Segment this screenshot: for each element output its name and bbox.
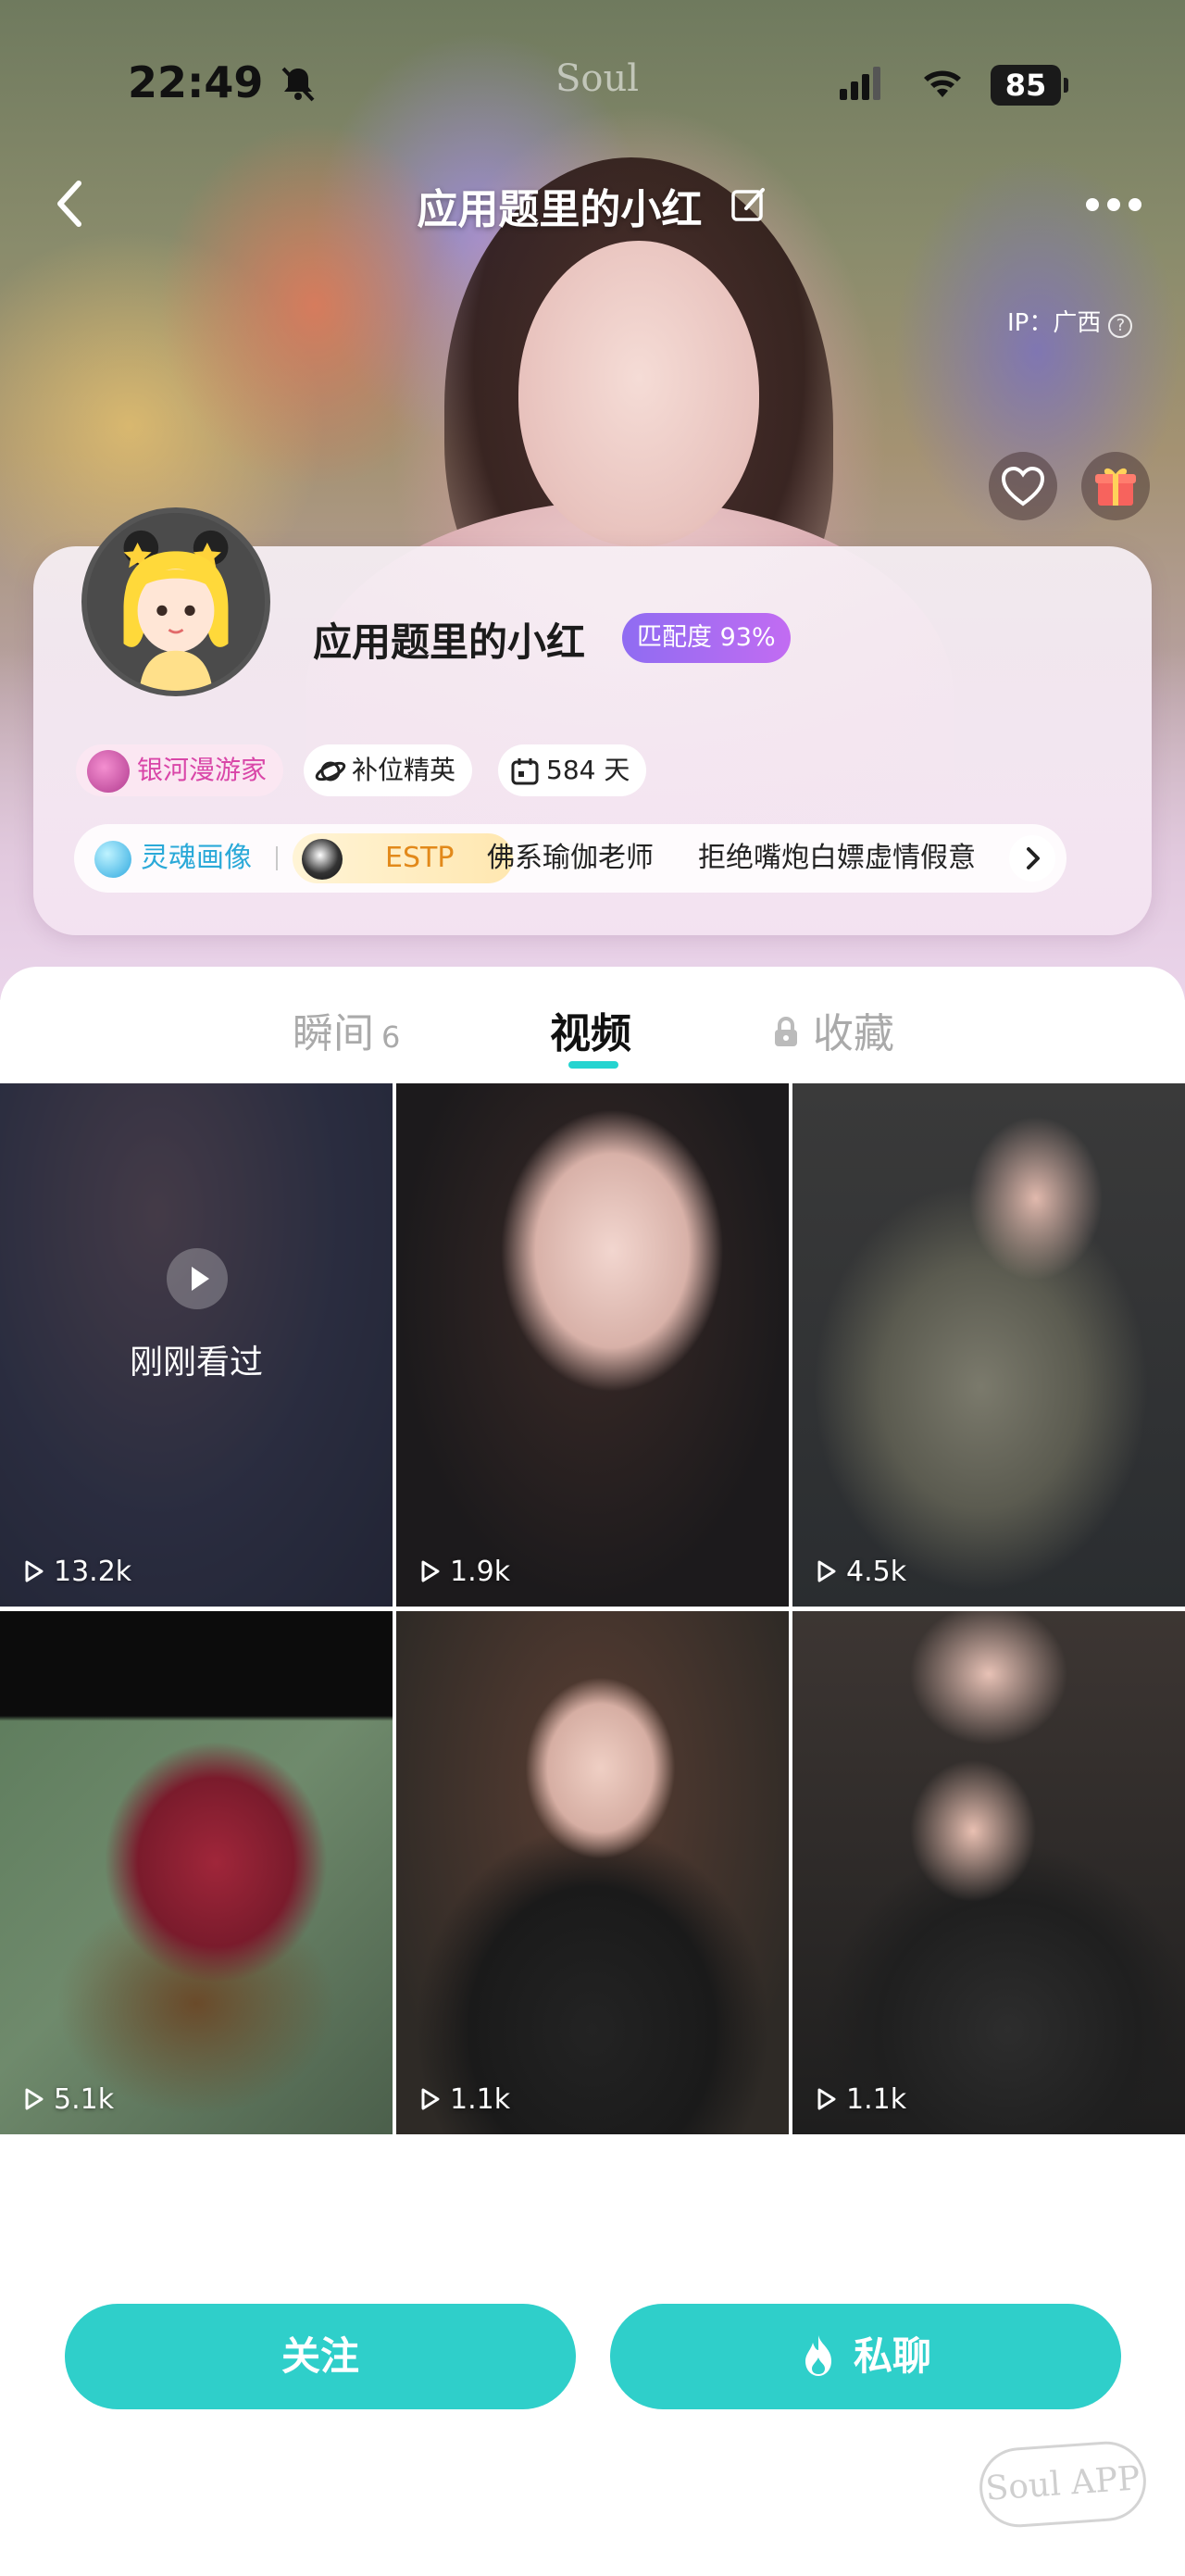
- ip-location: IP：广西?: [1007, 304, 1133, 338]
- play-count-icon: [817, 2088, 836, 2109]
- calendar-icon: [511, 758, 539, 785]
- private-chat-label: 私聊: [853, 2333, 931, 2379]
- match-badge: 匹配度 93%: [622, 613, 791, 663]
- persona-tag: 佛系瑜伽老师: [487, 842, 654, 874]
- wifi-icon: [924, 70, 961, 97]
- follow-button[interactable]: 关注: [65, 2304, 576, 2409]
- tab-moments[interactable]: 瞬间 6: [293, 1000, 400, 1059]
- video-thumbnail[interactable]: 1.1k: [792, 1611, 1185, 2134]
- view-count: 4.5k: [817, 1556, 906, 1588]
- view-count: 13.2k: [24, 1556, 131, 1588]
- nav-title-bar: 应用题里的小红: [0, 176, 1185, 235]
- flame-icon: [805, 2334, 831, 2376]
- view-count-value: 1.1k: [846, 2083, 907, 2116]
- video-thumbnail[interactable]: 4.5k: [792, 1083, 1185, 1607]
- private-chat-button[interactable]: 私聊: [610, 2304, 1121, 2409]
- galaxy-badge-label: 银河漫游家: [137, 755, 268, 785]
- video-thumbnail-image: [792, 1083, 1185, 1607]
- profile-name: 应用题里的小红: [313, 619, 586, 665]
- ip-location-text: IP：广西: [1007, 309, 1102, 337]
- play-count-icon: [25, 1560, 44, 1582]
- view-count-value: 13.2k: [54, 1556, 132, 1588]
- bell-muted-icon: [281, 67, 315, 102]
- soul-logo: Soul: [555, 57, 640, 100]
- view-count-value: 1.9k: [450, 1556, 511, 1588]
- like-button[interactable]: [989, 452, 1057, 520]
- tab-videos-label: 视频: [550, 1010, 631, 1057]
- days-tag[interactable]: 584 天: [498, 744, 647, 796]
- info-icon[interactable]: ?: [1108, 314, 1133, 338]
- substitute-tag-label: 补位精英: [352, 755, 456, 785]
- view-count: 1.1k: [817, 2083, 906, 2116]
- play-count-icon: [25, 2088, 44, 2109]
- divider: [276, 846, 278, 870]
- nav-title: 应用题里的小红: [417, 186, 703, 233]
- cellular-signal-icon: [840, 67, 880, 100]
- follow-button-label: 关注: [281, 2333, 359, 2379]
- video-thumbnail[interactable]: 1.1k: [396, 1611, 789, 2134]
- play-count-icon: [421, 1560, 440, 1582]
- persona-tag: 拒绝嘴炮白嫖虚情假意: [698, 842, 976, 874]
- lock-icon: [775, 1017, 797, 1046]
- tab-favorites-label: 收藏: [813, 1010, 894, 1057]
- play-count-icon: [817, 1560, 836, 1582]
- days-tag-label: 584 天: [546, 755, 630, 785]
- planet-orbit-icon: [315, 761, 346, 782]
- view-count: 1.9k: [420, 1556, 510, 1588]
- soul-portrait-row[interactable]: 灵魂画像 ESTP 佛系瑜伽老师 拒绝嘴炮白嫖虚情假意: [74, 824, 1066, 893]
- recently-watched-label: 刚刚看过: [129, 1344, 263, 1382]
- tab-moments-label: 瞬间: [293, 1010, 374, 1057]
- video-thumbnail[interactable]: 5.1k: [0, 1611, 393, 2134]
- mbti-badge: ESTP: [293, 833, 513, 883]
- video-thumbnail-image: [792, 1611, 1185, 2134]
- status-time: 22:49: [128, 57, 264, 107]
- more-options-icon[interactable]: [1081, 193, 1146, 217]
- active-tab-indicator: [568, 1061, 618, 1069]
- play-count-icon: [421, 2088, 440, 2109]
- chevron-right-icon[interactable]: [1009, 835, 1055, 882]
- play-icon: [167, 1248, 228, 1309]
- gift-button[interactable]: [1081, 452, 1150, 520]
- cartoon-avatar-icon: [87, 513, 265, 691]
- mbti-label: ESTP: [385, 842, 455, 874]
- gift-icon: [1095, 468, 1136, 506]
- avatar[interactable]: [81, 507, 270, 696]
- view-count: 1.1k: [420, 2083, 510, 2116]
- video-thumbnail-image: [396, 1611, 789, 2134]
- video-thumbnail-image: [396, 1083, 789, 1607]
- cover-photo-face: [518, 241, 759, 546]
- view-count: 5.1k: [24, 2083, 114, 2116]
- view-count-value: 5.1k: [54, 2083, 115, 2116]
- substitute-tag[interactable]: 补位精英: [304, 744, 473, 796]
- video-thumbnail-image: [0, 1611, 393, 2134]
- heart-icon: [1001, 466, 1045, 506]
- edit-icon[interactable]: [730, 186, 768, 225]
- tab-moments-count: 6: [381, 1019, 401, 1055]
- profile-page: 22:49 Soul 85 应用题里的小红 IP：广西? 应用题里的小红 匹配度…: [0, 0, 1185, 2576]
- planet-badge-icon: [87, 750, 130, 793]
- soul-portrait-label: 灵魂画像: [141, 842, 252, 874]
- tab-favorites[interactable]: 收藏: [772, 1000, 894, 1059]
- soul-app-watermark: Soul APP: [977, 2438, 1149, 2531]
- video-thumbnail[interactable]: 1.9k: [396, 1083, 789, 1607]
- video-grid: 刚刚看过 13.2k 1.9k 4.5k 5.1k 1.1k 1.1k: [0, 1083, 1185, 2134]
- battery-indicator: 85: [991, 65, 1068, 106]
- soul-planet-icon: [94, 841, 131, 878]
- video-thumbnail[interactable]: 刚刚看过 13.2k: [0, 1083, 393, 1607]
- astronaut-icon: [302, 839, 343, 880]
- view-count-value: 4.5k: [846, 1556, 907, 1588]
- galaxy-badge-tag[interactable]: 银河漫游家: [76, 744, 284, 796]
- tab-videos[interactable]: 视频: [550, 1000, 631, 1059]
- view-count-value: 1.1k: [450, 2083, 511, 2116]
